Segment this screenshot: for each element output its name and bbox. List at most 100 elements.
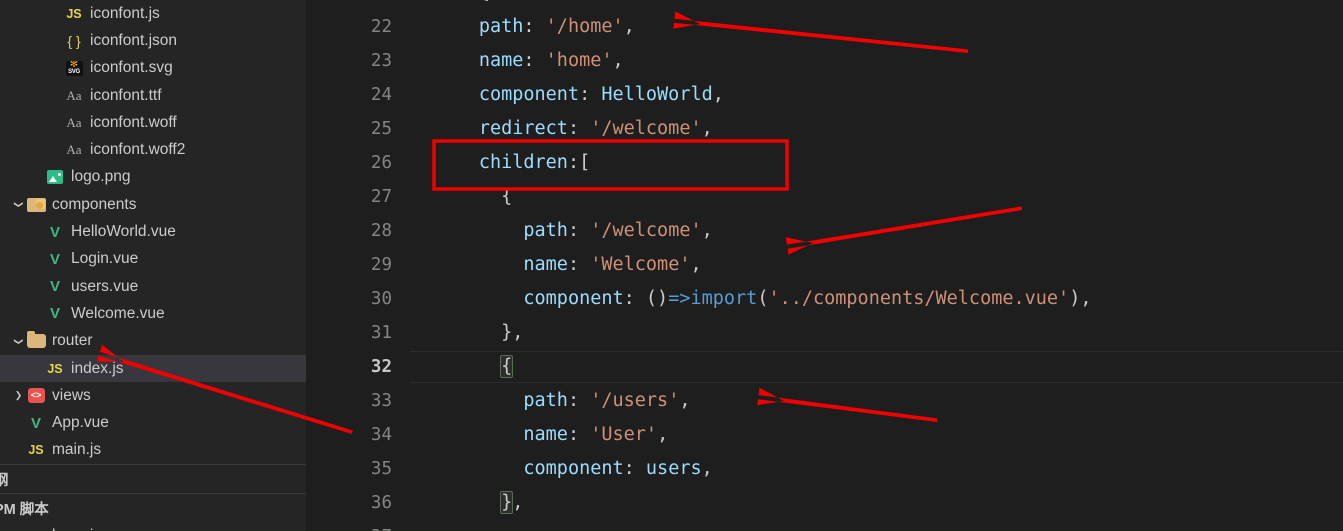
code-line[interactable]: 26 children:[: [306, 146, 1343, 180]
code-line[interactable]: 25 redirect: '/welcome',: [306, 112, 1343, 146]
code-token: :: [523, 50, 546, 71]
code-text[interactable]: component: ()=>import('../components/Wel…: [404, 282, 1343, 316]
file-tree[interactable]: JS iconfont.js { } iconfont.json ✻ SVG iconfon…: [0, 0, 306, 464]
code-token: ,: [512, 322, 524, 343]
tree-item-index-js[interactable]: JS index.js: [0, 354, 306, 383]
tree-item-login-vue[interactable]: V Login.vue: [0, 246, 306, 273]
code-text[interactable]: children:[: [404, 146, 1343, 180]
code-text[interactable]: name: 'User',: [404, 418, 1343, 452]
code-text[interactable]: {: [404, 0, 1343, 10]
tree-item-iconfont-ttf[interactable]: Aa iconfont.ttf: [0, 82, 306, 109]
code-line[interactable]: 35 component: users,: [306, 452, 1343, 486]
tree-item-users-vue[interactable]: Vusers.vue: [0, 273, 306, 300]
code-text[interactable]: path: '/home',: [404, 10, 1343, 44]
code-line[interactable]: 31 },: [306, 316, 1343, 350]
code-line[interactable]: 33 path: '/users',: [306, 384, 1343, 418]
code-text[interactable]: },: [404, 316, 1343, 350]
tree-item-views[interactable]: ❯ <> views: [0, 382, 306, 409]
chevron-down-icon[interactable]: ❯: [13, 335, 24, 348]
tree-item-iconfont-json[interactable]: { } iconfont.json: [0, 27, 306, 54]
code-editor[interactable]: 21 {22 path: '/home',23 name: 'home',24 …: [306, 0, 1343, 531]
code-token: '/welcome': [590, 220, 702, 241]
code-text[interactable]: redirect: '/welcome',: [404, 112, 1343, 146]
code-token: component: [523, 458, 624, 479]
code-line[interactable]: 36 },: [306, 486, 1343, 520]
tree-item-label: Login.vue: [71, 250, 139, 268]
code-text[interactable]: {: [404, 350, 1343, 384]
code-token: {: [501, 186, 513, 207]
sidebar-sections[interactable]: 纲 PM 脚本 npmpackage.json: [0, 464, 306, 531]
sidebar-section-header[interactable]: PM 脚本: [0, 493, 306, 522]
code-line[interactable]: 32 {: [306, 350, 1343, 384]
svg-file-icon: ✻ SVG: [63, 60, 85, 76]
tree-item-package-json[interactable]: npmpackage.json: [0, 522, 306, 531]
line-number: 31: [370, 323, 392, 343]
code-token: '/users': [590, 390, 680, 411]
vue-file-icon: V: [30, 414, 41, 432]
code-line[interactable]: 34 name: 'User',: [306, 418, 1343, 452]
code-line[interactable]: 24 component: HelloWorld,: [306, 78, 1343, 112]
tree-item-helloworld-vue[interactable]: V HelloWorld.vue: [0, 218, 306, 245]
tree-item-logo-png[interactable]: logo.png: [0, 164, 306, 191]
tree-item-main-js[interactable]: JS main.js: [0, 437, 306, 464]
chevron-down-icon[interactable]: ❯: [13, 198, 24, 211]
code-line[interactable]: 22 path: '/home',: [306, 10, 1343, 44]
code-text[interactable]: path: '/users',: [404, 384, 1343, 418]
code-token: ,: [1080, 288, 1092, 309]
code-line[interactable]: 28 path: '/welcome',: [306, 214, 1343, 248]
code-text[interactable]: path: '/welcome',: [404, 214, 1343, 248]
folder-open-icon: [25, 197, 47, 212]
tree-item-router[interactable]: ❯ router: [0, 328, 306, 355]
code-text[interactable]: name: 'home',: [404, 44, 1343, 78]
font-file-icon: Aa: [66, 142, 82, 158]
tree-item-iconfont-woff[interactable]: Aa iconfont.woff: [0, 109, 306, 136]
tree-item-label: router: [52, 332, 93, 350]
code-token: path: [478, 16, 524, 37]
code-text[interactable]: [404, 520, 1343, 531]
tree-item-label: HelloWorld.vue: [71, 223, 176, 241]
code-line[interactable]: 21 {: [306, 0, 1343, 10]
line-number: 23: [370, 51, 392, 71]
line-number: 25: [370, 119, 392, 139]
code-line[interactable]: 30 component: ()=>import('../components/…: [306, 282, 1343, 316]
tree-item-iconfont-js[interactable]: JS iconfont.js: [0, 0, 306, 27]
code-token: :: [623, 288, 646, 309]
code-token: ,: [612, 50, 624, 71]
code-line[interactable]: 27 {: [306, 180, 1343, 214]
code-token: :: [579, 84, 602, 105]
code-token: name: [523, 424, 568, 445]
code-line[interactable]: 23 name: 'home',: [306, 44, 1343, 78]
sidebar-section-header[interactable]: 纲: [0, 464, 306, 493]
code-token: 'User': [590, 424, 658, 445]
code-token: }: [500, 491, 514, 514]
code-line[interactable]: 37: [306, 520, 1343, 531]
code-lines[interactable]: 21 {22 path: '/home',23 name: 'home',24 …: [306, 0, 1343, 531]
tree-item-iconfont-woff2[interactable]: Aa iconfont.woff2: [0, 136, 306, 163]
code-token: {: [479, 0, 490, 3]
code-text[interactable]: component: users,: [404, 452, 1343, 486]
line-number: 21: [306, 0, 404, 10]
tree-item-components[interactable]: ❯ components: [0, 191, 306, 218]
chevron-right-icon[interactable]: ❯: [12, 390, 25, 401]
code-token: =>: [668, 288, 691, 309]
explorer-sidebar[interactable]: JS iconfont.js { } iconfont.json ✻ SVG iconfon…: [0, 0, 306, 531]
line-number: 26: [370, 153, 392, 173]
tree-item-label: iconfont.js: [90, 4, 160, 22]
tree-item-iconfont-svg[interactable]: ✻ SVG iconfont.svg: [0, 55, 306, 82]
code-text[interactable]: name: 'Welcome',: [404, 248, 1343, 282]
code-token: path: [523, 220, 568, 241]
tree-item-app-vue[interactable]: V App.vue: [0, 409, 306, 436]
code-line[interactable]: 29 name: 'Welcome',: [306, 248, 1343, 282]
tree-item-label: main.js: [52, 441, 102, 459]
code-text[interactable]: component: HelloWorld,: [404, 78, 1343, 112]
code-text[interactable]: },: [404, 486, 1343, 520]
tree-item-label: views: [52, 386, 91, 404]
tree-item-welcome-vue[interactable]: V Welcome.vue: [0, 300, 306, 327]
code-text[interactable]: {: [404, 180, 1343, 214]
